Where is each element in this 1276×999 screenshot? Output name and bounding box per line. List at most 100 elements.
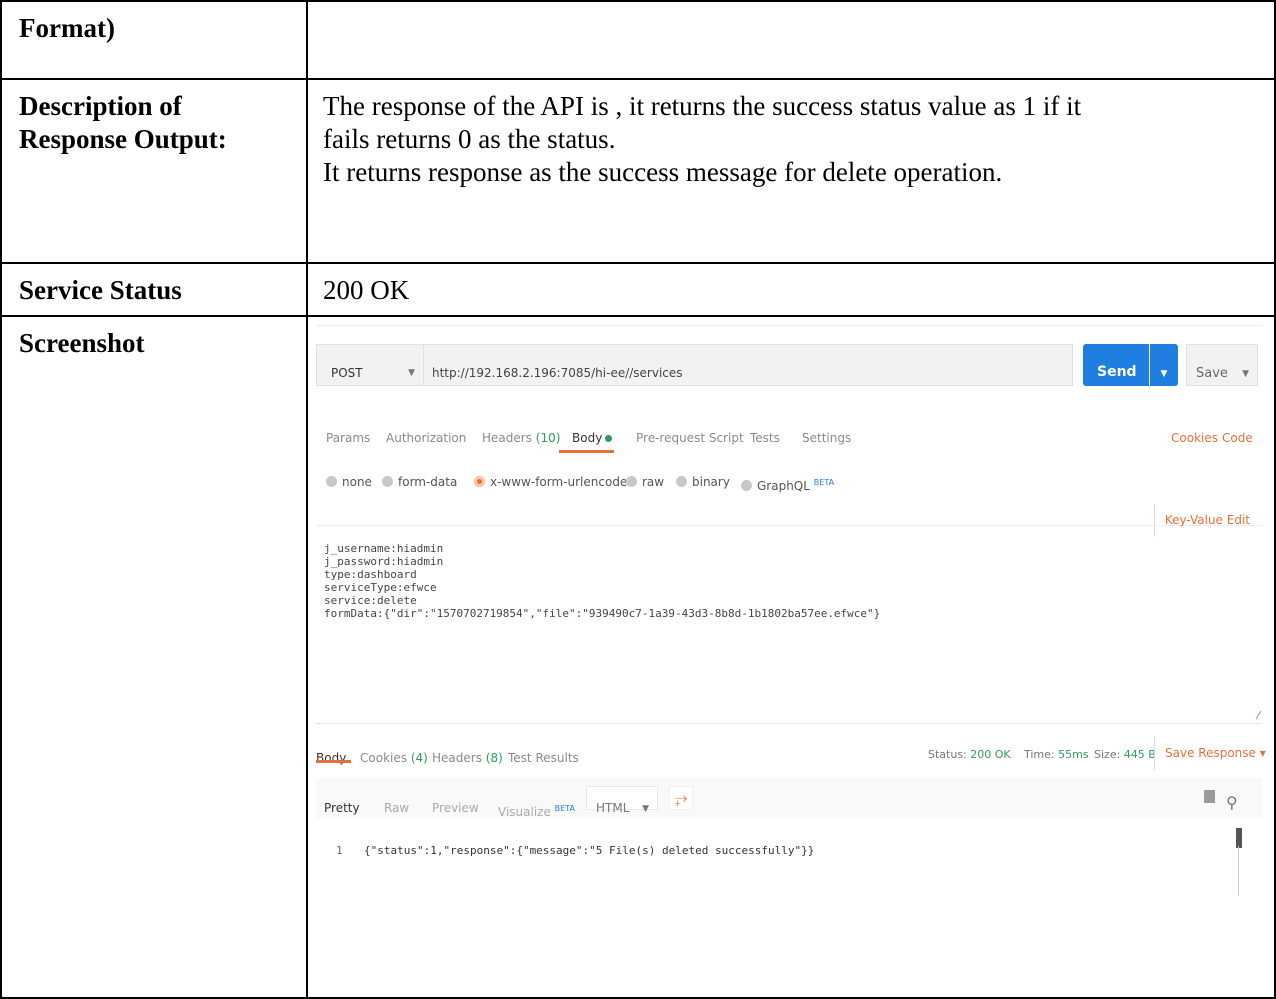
size-label: Size: (1094, 748, 1121, 761)
tab-label: Cookies (360, 751, 407, 765)
resize-grip-icon[interactable] (1248, 711, 1262, 719)
key-value-edit-link[interactable]: Key-Value Edit (1153, 504, 1250, 537)
radio-form-data[interactable]: form-data (382, 466, 457, 499)
radio-circle-icon (741, 480, 752, 491)
radio-binary[interactable]: binary (676, 466, 730, 499)
key-value-bar: Key-Value Edit (316, 498, 1262, 537)
url-input[interactable]: http://192.168.2.196:7085/hi-ee//service… (423, 344, 1073, 386)
tab-pre-request-script[interactable]: Pre-request Script (636, 422, 744, 455)
body-line: formData:{"dir":"1570702719854","file":"… (324, 607, 881, 620)
response-body: 1 {"status":1,"response":{"message":"5 F… (316, 828, 1262, 896)
copy-icon[interactable] (1204, 790, 1215, 803)
response-status: Status: 200 OK (928, 738, 1011, 771)
tab-label: Headers (432, 751, 482, 765)
wrap-lines-icon[interactable]: ⥅ (669, 786, 693, 810)
beta-badge: BETA (813, 478, 835, 487)
status-dot-icon (605, 435, 613, 442)
body-line: type:dashboard (324, 568, 417, 581)
screenshot-cell: POST ▼ http://192.168.2.196:7085/hi-ee//… (306, 315, 1276, 999)
size-value: 445 B (1123, 748, 1156, 761)
response-tab-test-results[interactable]: Test Results (508, 742, 579, 775)
radio-circle-icon (676, 476, 687, 487)
scrollbar-track (1238, 846, 1239, 896)
active-tab-indicator (559, 450, 614, 453)
description-value: The response of the API is , it returns … (306, 78, 1276, 264)
service-status-row: Service Status 200 OK (0, 262, 1276, 317)
search-icon[interactable]: ⚲ (1226, 786, 1238, 819)
description-label-line2: Response Output: (19, 124, 227, 154)
format-value (306, 0, 1276, 80)
api-spec-table: Format) Description of Response Output: … (0, 0, 1276, 999)
scrollbar-thumb[interactable] (1236, 828, 1242, 848)
active-response-tab-indicator (316, 760, 351, 763)
save-response-label: Save Response (1165, 746, 1256, 760)
request-body-editor[interactable]: j_username:hiadmin j_password:hiadmin ty… (316, 534, 1262, 724)
response-json: {"status":1,"response":{"message":"5 Fil… (364, 844, 815, 857)
tab-settings[interactable]: Settings (802, 422, 851, 455)
radio-label: binary (692, 475, 730, 489)
radio-circle-icon (474, 476, 485, 487)
method-select[interactable]: POST ▼ (316, 344, 423, 386)
chevron-down-icon: ▼ (408, 368, 415, 378)
service-status-label: Service Status (0, 262, 308, 317)
tab-label: Headers (482, 431, 532, 445)
description-line3: It returns response as the success messa… (323, 157, 1003, 187)
tab-count: (4) (410, 751, 428, 765)
time-label: Time: (1024, 748, 1055, 761)
send-button[interactable]: Send (1083, 344, 1149, 386)
radio-none[interactable]: none (326, 466, 372, 499)
body-line: j_password:hiadmin (324, 555, 444, 568)
body-line: j_username:hiadmin (324, 542, 444, 555)
radio-x-www-form-urlencoded[interactable]: x-www-form-urlencoded (474, 466, 635, 499)
chevron-down-icon: ▾ (1259, 746, 1266, 760)
tab-label: Tests (750, 431, 780, 445)
send-options-chevron-icon[interactable]: ▼ (1150, 344, 1178, 386)
chevron-down-icon: ▼ (642, 804, 649, 814)
postman-screenshot: POST ▼ http://192.168.2.196:7085/hi-ee//… (316, 325, 1266, 995)
radio-label: raw (642, 475, 665, 489)
tab-label: Test Results (508, 751, 579, 765)
response-time: Time: 55ms (1024, 738, 1089, 771)
response-tab-headers[interactable]: Headers (8) (432, 742, 503, 775)
tab-tests[interactable]: Tests (750, 422, 780, 455)
radio-label: GraphQL (757, 479, 810, 493)
format-row: Format) (0, 0, 1276, 80)
tab-authorization[interactable]: Authorization (386, 422, 466, 455)
radio-raw[interactable]: raw (626, 466, 664, 499)
description-line1: The response of the API is , it returns … (323, 91, 1082, 121)
cookies-link[interactable]: Cookies (1171, 422, 1218, 455)
save-label: Save (1196, 366, 1228, 381)
tab-headers[interactable]: Headers (10) (482, 422, 560, 455)
format-select-value: HTML (596, 801, 630, 815)
chevron-down-icon: ▼ (1242, 369, 1249, 379)
description-label: Description of Response Output: (0, 78, 308, 264)
radio-circle-icon (382, 476, 393, 487)
tab-label: Body (572, 431, 603, 445)
view-visualize[interactable]: Visualize BETA (498, 792, 575, 829)
tab-count: (8) (485, 751, 503, 765)
status-value: 200 OK (970, 748, 1011, 761)
request-tabs: Params Authorization Headers (10) Body P… (316, 422, 1262, 452)
description-label-line1: Description of (19, 91, 182, 121)
response-tab-cookies[interactable]: Cookies (4) (360, 742, 428, 775)
save-button[interactable]: Save ▼ (1186, 344, 1258, 386)
format-select[interactable]: HTML ▼ (586, 786, 658, 815)
screenshot-label: Screenshot (0, 315, 308, 999)
view-pretty[interactable]: Pretty (324, 792, 360, 825)
line-number: 1 (336, 844, 343, 857)
code-link[interactable]: Code (1222, 422, 1253, 455)
description-line2: fails returns 0 as the status. (323, 124, 616, 154)
tab-label: Authorization (386, 431, 467, 445)
view-preview[interactable]: Preview (432, 792, 479, 825)
service-status-value: 200 OK (306, 262, 1276, 317)
radio-circle-icon (326, 476, 337, 487)
response-tab-body[interactable]: Body (316, 742, 346, 775)
status-label: Status: (928, 748, 967, 761)
view-label: Visualize (498, 805, 551, 819)
save-response-button[interactable]: Save Response ▾ (1154, 737, 1266, 770)
view-raw[interactable]: Raw (384, 792, 409, 825)
screenshot-row: Screenshot POST ▼ http://192.168.2.196:7… (0, 315, 1276, 999)
tab-label: Settings (802, 431, 852, 445)
beta-badge: BETA (554, 804, 575, 813)
tab-params[interactable]: Params (326, 422, 370, 455)
